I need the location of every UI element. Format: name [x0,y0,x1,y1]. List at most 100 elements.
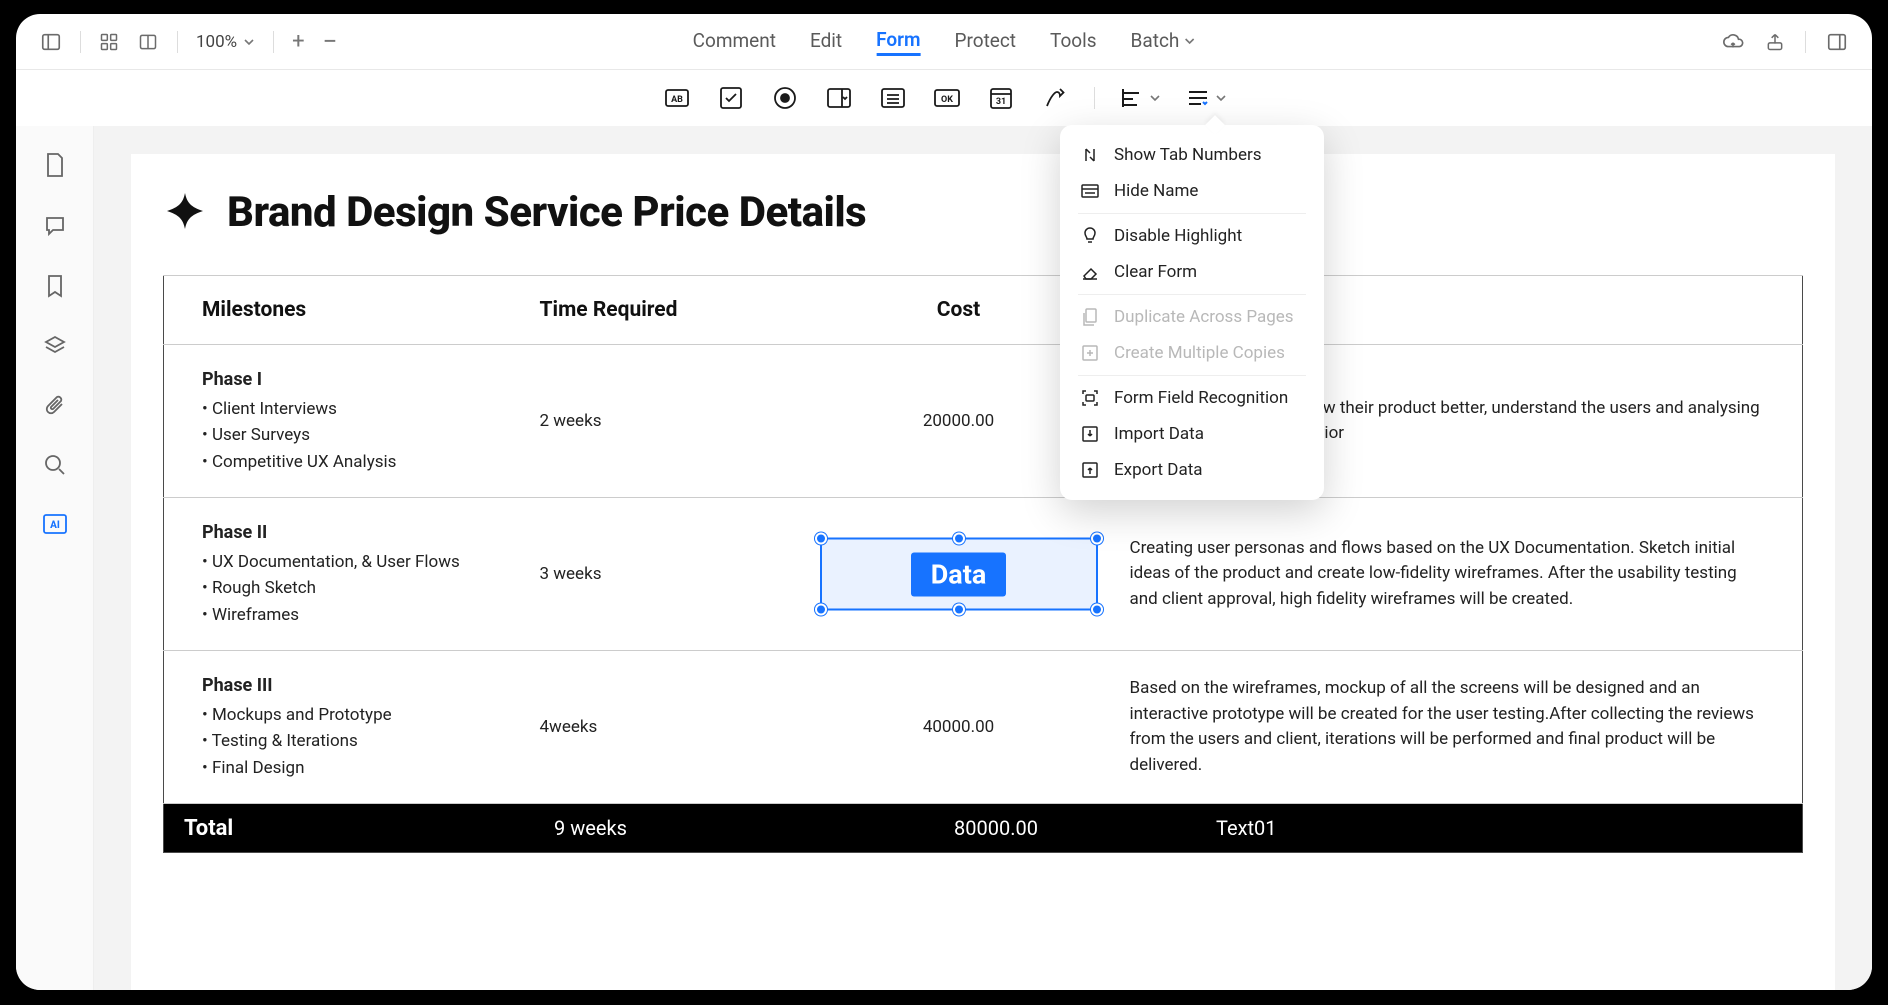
separator [1805,31,1806,53]
dd-import-data[interactable]: Import Data [1060,416,1324,452]
left-sidebar: AI [16,126,94,990]
hide-name-icon [1080,183,1100,199]
zoom-level[interactable]: 100% [196,32,255,52]
separator [1094,87,1095,109]
field-label-chip: Data [911,552,1007,596]
multi-copy-icon [1080,344,1100,362]
share-icon[interactable] [1765,31,1785,53]
date-field-icon[interactable]: 31 [986,83,1016,113]
cell-milestones: Phase II • UX Documentation, & User Flow… [164,498,524,651]
selected-form-field[interactable]: Data [820,538,1098,611]
dd-form-field-recognition[interactable]: Form Field Recognition [1060,380,1324,416]
table-header-row: Milestones Time Required Cost Descriptio… [164,276,1803,345]
comment-panel-icon[interactable] [43,214,67,242]
more-form-tool[interactable] [1185,85,1227,111]
page-icon[interactable] [44,152,66,182]
table-row: Phase II • UX Documentation, & User Flow… [164,498,1803,651]
total-time: 9 weeks [554,816,836,840]
cell-description: Based on the wireframes, mockup of all t… [1114,651,1803,804]
menu-bar: Comment Edit Form Protect Tools Batch [693,28,1196,56]
resize-handle[interactable] [1091,604,1103,616]
attachment-icon[interactable] [44,394,66,422]
header-time: Time Required [524,276,804,345]
dd-disable-highlight[interactable]: Disable Highlight [1060,218,1324,254]
svg-text:31: 31 [995,97,1005,107]
resize-handle[interactable] [815,533,827,545]
cell-milestones: Phase III • Mockups and Prototype • Test… [164,651,524,804]
menu-comment[interactable]: Comment [693,29,776,54]
resize-handle[interactable] [953,604,965,616]
page-title-row: Brand Design Service Price Details [163,188,1803,237]
app-window: 100% + − Comment Edit Form Protect Tools… [16,14,1872,990]
cell-cost[interactable]: Data [804,498,1114,651]
separator [80,31,81,53]
resize-handle[interactable] [953,533,965,545]
align-tool[interactable] [1119,85,1161,111]
bookmark-icon[interactable] [45,274,65,302]
separator [273,31,274,53]
cell-milestones: Phase I • Client Interviews • User Surve… [164,345,524,498]
dd-create-multiple-copies: Create Multiple Copies [1060,335,1324,371]
table-row: Phase III • Mockups and Prototype • Test… [164,651,1803,804]
checkbox-icon[interactable] [716,83,746,113]
dd-duplicate-across-pages: Duplicate Across Pages [1060,299,1324,335]
import-icon [1080,425,1100,443]
document-page: Brand Design Service Price Details Miles… [131,154,1835,990]
total-row: Total 9 weeks 80000.00 Text01 [164,804,1803,853]
content-area: AI Brand Design Service Price Details Mi… [16,126,1872,990]
dropdown-separator [1078,294,1306,295]
separator [177,31,178,53]
grid-4-icon[interactable] [99,32,119,52]
button-field-icon[interactable]: OK [932,83,962,113]
cloud-upload-icon[interactable] [1721,31,1745,53]
menu-batch[interactable]: Batch [1131,29,1196,54]
recognition-icon [1080,389,1100,407]
form-more-dropdown: Show Tab Numbers Hide Name Disable Highl… [1060,125,1324,500]
radio-icon[interactable] [770,83,800,113]
table-row: Phase I • Client Interviews • User Surve… [164,345,1803,498]
total-label: Total [184,816,554,841]
layers-icon[interactable] [43,334,67,362]
top-toolbar: 100% + − Comment Edit Form Protect Tools… [16,14,1872,70]
panel-left-icon[interactable] [40,31,62,53]
menu-form[interactable]: Form [876,28,920,56]
tab-numbers-icon [1080,146,1100,164]
form-toolbar: AB OK 31 [16,70,1872,126]
dd-show-tab-numbers[interactable]: Show Tab Numbers [1060,137,1324,173]
search-panel-icon[interactable] [44,454,66,480]
cell-time: 4weeks [524,651,804,804]
document-title: Brand Design Service Price Details [227,188,866,237]
dd-hide-name[interactable]: Hide Name [1060,173,1324,209]
cell-time: 2 weeks [524,345,804,498]
total-desc: Text01 [1156,816,1782,840]
cell-cost: 40000.00 [804,651,1114,804]
menu-protect[interactable]: Protect [954,29,1016,54]
svg-text:OK: OK [941,95,953,105]
document-canvas[interactable]: Brand Design Service Price Details Miles… [94,126,1872,990]
menu-tools[interactable]: Tools [1050,29,1097,54]
resize-handle[interactable] [815,604,827,616]
dropdown-field-icon[interactable] [824,83,854,113]
cell-description: Creating user personas and flows based o… [1114,498,1803,651]
ai-panel-icon[interactable]: AI [42,512,68,540]
dd-clear-form[interactable]: Clear Form [1060,254,1324,290]
two-page-icon[interactable] [137,32,159,52]
resize-handle[interactable] [1091,533,1103,545]
highlight-icon [1080,226,1100,246]
text-field-icon[interactable]: AB [662,83,692,113]
svg-text:AI: AI [50,520,60,531]
list-box-icon[interactable] [878,83,908,113]
toolbar-right [1721,31,1848,53]
duplicate-icon [1080,308,1100,326]
toolbar-left: 100% + − [40,27,337,57]
dropdown-separator [1078,375,1306,376]
signature-field-icon[interactable] [1040,83,1070,113]
zoom-in-icon[interactable]: + [292,29,304,54]
zoom-out-icon[interactable]: − [323,27,338,57]
dd-export-data[interactable]: Export Data [1060,452,1324,488]
price-table: Milestones Time Required Cost Descriptio… [163,275,1803,853]
panel-right-icon[interactable] [1826,31,1848,53]
svg-text:AB: AB [671,95,683,105]
menu-edit[interactable]: Edit [810,29,842,54]
cell-time: 3 weeks [524,498,804,651]
